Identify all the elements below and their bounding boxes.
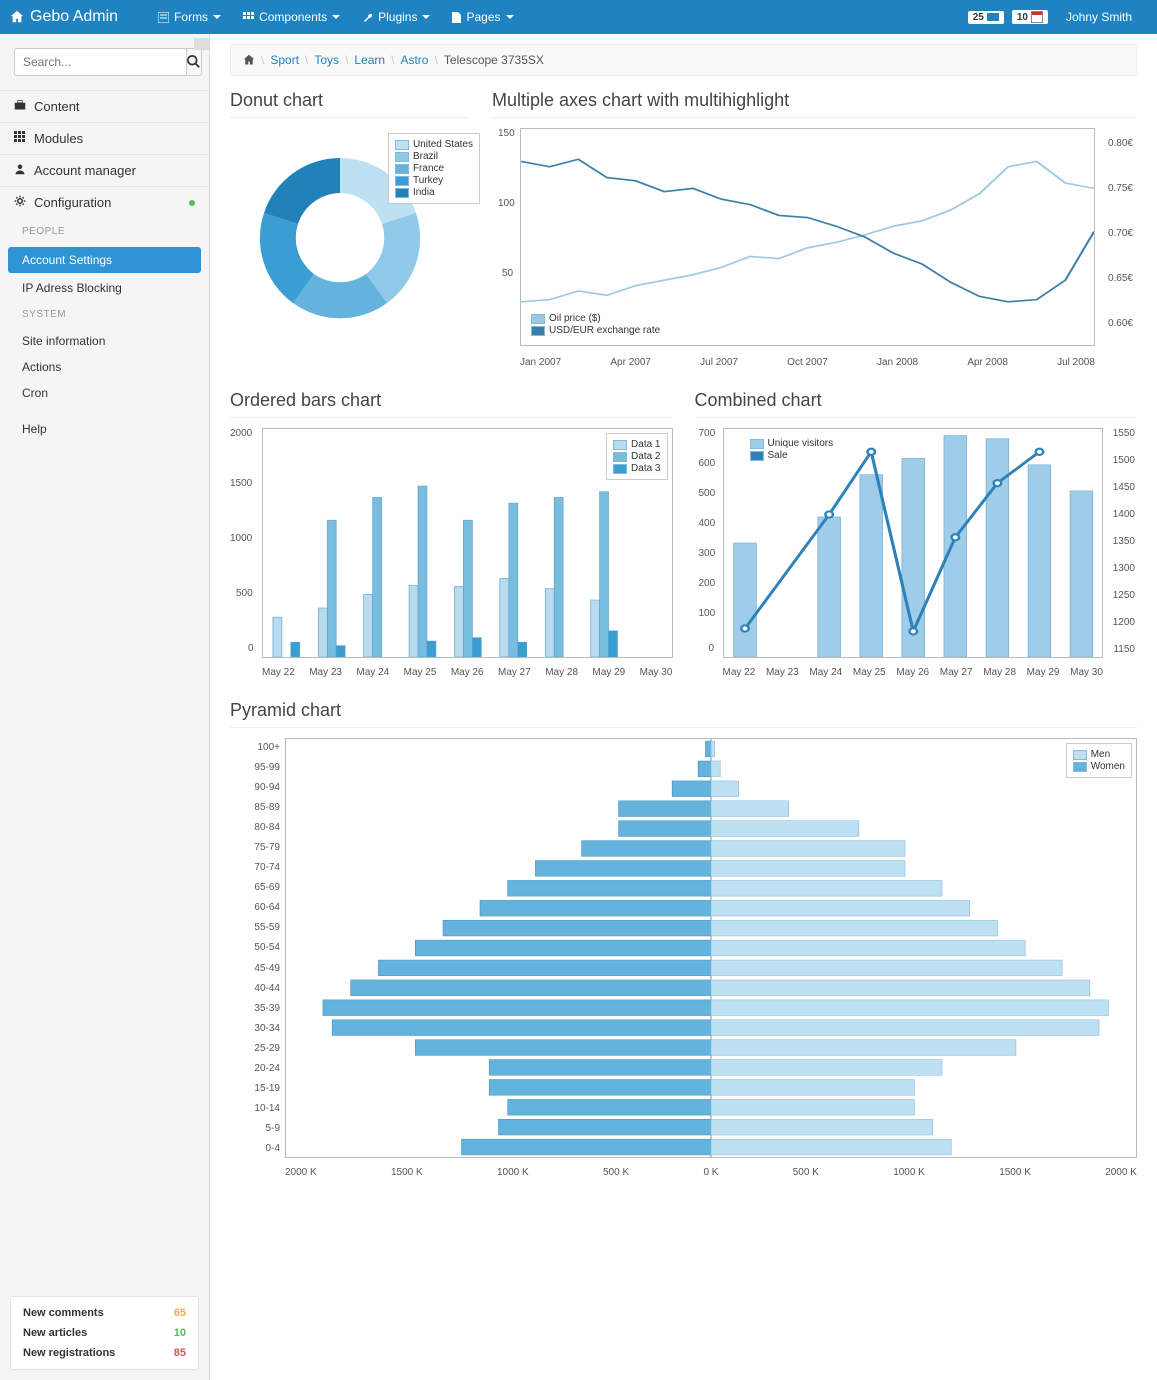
breadcrumb: \Sport \Toys \Learn \Astro \Telescope 37… — [230, 44, 1137, 76]
sidebar-cron[interactable]: Cron — [0, 380, 209, 406]
mail-icon — [987, 13, 999, 21]
briefcase-icon — [14, 99, 26, 114]
pyramid-title: Pyramid chart — [230, 700, 1137, 728]
crumb-learn[interactable]: Learn — [354, 53, 385, 67]
crumb-sport[interactable]: Sport — [270, 53, 299, 67]
forms-icon — [158, 12, 169, 23]
brand[interactable]: Gebo Admin — [10, 8, 118, 26]
caret-icon — [213, 15, 221, 19]
people-header: PEOPLE — [0, 218, 209, 245]
search-icon — [187, 55, 201, 69]
page-icon — [452, 12, 461, 23]
nav-plugins[interactable]: Plugins — [352, 4, 440, 30]
stat-reg-label: New registrations — [23, 1347, 115, 1359]
donut-title: Donut chart — [230, 90, 470, 118]
stat-comments-label: New comments — [23, 1307, 104, 1319]
caret-icon — [506, 15, 514, 19]
grid-icon — [243, 12, 254, 23]
sidebar-modules[interactable]: Modules — [0, 123, 209, 154]
donut-chart: United States Brazil France Turkey India — [230, 128, 470, 348]
stat-articles-val: 10 — [174, 1327, 186, 1339]
navbar: Gebo Admin Forms Components Plugins Page… — [0, 0, 1157, 34]
crumb-toys[interactable]: Toys — [314, 53, 339, 67]
crumb-astro[interactable]: Astro — [400, 53, 428, 67]
combined-legend: Unique visitors Sale — [744, 433, 840, 466]
nav-forms[interactable]: Forms — [148, 4, 231, 30]
caret-icon — [422, 15, 430, 19]
search-input[interactable] — [14, 48, 186, 76]
caret-icon — [332, 15, 340, 19]
content: \Sport \Toys \Learn \Astro \Telescope 37… — [210, 34, 1157, 1380]
multi-legend: Oil price ($) USD/EUR exchange rate — [525, 308, 666, 341]
bottom-stats: New comments 65 New articles 10 New regist… — [10, 1296, 199, 1370]
stat-comments-val: 65 — [174, 1307, 186, 1319]
sidebar-toggle[interactable] — [194, 38, 210, 50]
sidebar-site-info[interactable]: Site information — [0, 328, 209, 354]
mail-badge[interactable]: 25 — [968, 11, 1004, 24]
nav-components[interactable]: Components — [233, 4, 350, 30]
user-menu[interactable]: Johny Smith — [1056, 4, 1147, 30]
system-header: SYSTEM — [0, 301, 209, 328]
sidebar-configuration[interactable]: Configuration — [0, 187, 209, 218]
gear-icon — [14, 195, 26, 210]
user-icon — [14, 163, 26, 178]
combined-title: Combined chart — [695, 390, 1138, 418]
search-button[interactable] — [186, 48, 202, 76]
pyramid-chart: Men Women 100+95-9990-9485-8980-8475-797… — [230, 738, 1137, 1178]
brand-text: Gebo Admin — [30, 8, 118, 26]
bars-title: Ordered bars chart — [230, 390, 673, 418]
nav-right: 25 10 Johny Smith — [968, 4, 1147, 30]
calendar-icon — [1031, 11, 1043, 23]
sidebar-help[interactable]: Help — [0, 416, 209, 442]
stat-reg-val: 85 — [174, 1347, 186, 1359]
stat-articles-label: New articles — [23, 1327, 87, 1339]
ordered-bars-chart: Data 1 Data 2 Data 3 2000 1500 1000 500 … — [230, 428, 673, 678]
nav-menu: Forms Components Plugins Pages — [148, 4, 523, 30]
donut-legend: United States Brazil France Turkey India — [388, 133, 480, 204]
nav-pages[interactable]: Pages — [442, 4, 523, 30]
pyramid-legend: Men Women — [1066, 743, 1132, 778]
sidebar-content[interactable]: Content — [0, 91, 209, 122]
sidebar-ip-blocking[interactable]: IP Adress Blocking — [0, 275, 209, 301]
sidebar-actions[interactable]: Actions — [0, 354, 209, 380]
bars-legend: Data 1 Data 2 Data 3 — [606, 433, 667, 480]
calendar-badge[interactable]: 10 — [1012, 10, 1048, 24]
grid-icon — [14, 131, 26, 146]
home-icon — [10, 10, 24, 24]
wrench-icon — [362, 12, 373, 23]
crumb-current: Telescope 3735SX — [444, 53, 544, 67]
home-icon[interactable] — [243, 54, 255, 66]
combined-chart: Unique visitors Sale 700 600 500 400 300… — [695, 428, 1138, 678]
multi-axes-chart: Oil price ($) USD/EUR exchange rate 150 … — [492, 128, 1137, 368]
sidebar-account-manager[interactable]: Account manager — [0, 155, 209, 186]
status-dot — [189, 200, 195, 206]
multi-title: Multiple axes chart with multihighlight — [492, 90, 1137, 118]
sidebar: Content Modules Account manager Configur… — [0, 34, 210, 1380]
sidebar-account-settings[interactable]: Account Settings — [8, 247, 201, 273]
